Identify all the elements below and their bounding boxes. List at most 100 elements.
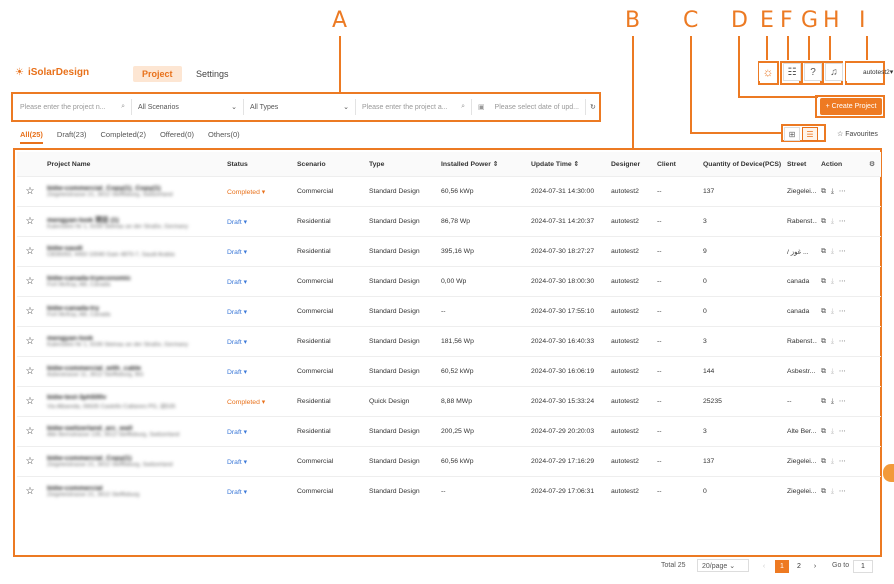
project-name-cell[interactable]: mengyan-look 项目 (1) Kalenstein Nr 1, 9199… bbox=[43, 206, 223, 237]
favorite-star-icon[interactable]: ☆ bbox=[17, 476, 43, 506]
more-icon[interactable]: ⋯ bbox=[839, 368, 846, 375]
tab-others[interactable]: Others(0) bbox=[208, 130, 240, 144]
project-name-cell[interactable]: bidw-canada-tryeconomic Fort McKay, AB, C… bbox=[43, 266, 223, 297]
download-icon[interactable]: ⤓ bbox=[831, 338, 834, 345]
favorite-star-icon[interactable]: ☆ bbox=[17, 206, 43, 237]
favorite-star-icon[interactable]: ☆ bbox=[17, 416, 43, 447]
goto-input[interactable]: 1 bbox=[853, 560, 873, 573]
table-row[interactable]: ☆ bidw-canada-try Fort McKay, AB, Canada Dr… bbox=[17, 296, 881, 327]
favorite-star-icon[interactable]: ☆ bbox=[17, 386, 43, 417]
more-icon[interactable]: ⋯ bbox=[839, 218, 846, 225]
copy-icon[interactable]: ⧉ bbox=[821, 308, 826, 315]
table-row[interactable]: ☆ mengyan-look 项目 (1) Kalenstein Nr 1, 919… bbox=[17, 206, 881, 237]
tab-all[interactable]: All(25) bbox=[20, 130, 43, 144]
weather-sun-icon[interactable]: ☼ bbox=[759, 63, 777, 81]
table-row[interactable]: ☆ mengyan-look Kalenstein Nr 1, 9199 Stein… bbox=[17, 326, 881, 357]
more-icon[interactable]: ⋯ bbox=[839, 278, 846, 285]
favorite-star-icon[interactable]: ☆ bbox=[17, 266, 43, 297]
user-avatar-icon[interactable] bbox=[846, 63, 864, 81]
refresh-icon[interactable]: ↻ bbox=[586, 99, 598, 115]
project-name-cell[interactable]: bidw-commercial_Copy(1)_Copy(1) Ziegeleis… bbox=[43, 176, 223, 207]
status-dropdown[interactable]: Draft ▾ bbox=[223, 416, 293, 447]
copy-icon[interactable]: ⧉ bbox=[821, 218, 826, 225]
col-installed-power[interactable]: Installed Power ⇕ bbox=[437, 152, 527, 177]
feedback-float-button[interactable] bbox=[883, 464, 894, 482]
more-icon[interactable]: ⋯ bbox=[839, 248, 846, 255]
status-dropdown[interactable]: Completed ▾ bbox=[223, 176, 293, 207]
more-icon[interactable]: ⋯ bbox=[839, 398, 846, 405]
project-name-cell[interactable]: mengyan-look Kalenstein Nr 1, 9199 Steina… bbox=[43, 326, 223, 357]
create-project-button[interactable]: + Create Project bbox=[820, 98, 882, 115]
copy-icon[interactable]: ⧉ bbox=[821, 368, 826, 375]
tab-offered[interactable]: Offered(0) bbox=[160, 130, 194, 144]
more-icon[interactable]: ⋯ bbox=[839, 338, 846, 345]
next-page-icon[interactable]: › bbox=[808, 560, 822, 573]
project-name-cell[interactable]: bidw-saudi CB36050, 4450 10040 Gain 4870-… bbox=[43, 236, 223, 267]
copy-icon[interactable]: ⧉ bbox=[821, 428, 826, 435]
download-icon[interactable]: ⤓ bbox=[831, 368, 834, 375]
favorite-star-icon[interactable]: ☆ bbox=[17, 446, 43, 477]
page-2[interactable]: 2 bbox=[792, 560, 806, 573]
copy-icon[interactable]: ⧉ bbox=[821, 188, 826, 195]
project-name-cell[interactable]: bidw-commercial_Copy(1) Ziegeleistrasse 2… bbox=[43, 446, 223, 477]
copy-icon[interactable]: ⧉ bbox=[821, 278, 826, 285]
status-dropdown[interactable]: Draft ▾ bbox=[223, 476, 293, 506]
status-dropdown[interactable]: Draft ▾ bbox=[223, 296, 293, 327]
table-row[interactable]: ☆ bidw-switzerland_arc_wall Alte Bernstras… bbox=[17, 416, 881, 447]
download-icon[interactable]: ⤓ bbox=[831, 188, 834, 195]
tab-completed[interactable]: Completed(2) bbox=[101, 130, 146, 144]
status-dropdown[interactable]: Draft ▾ bbox=[223, 266, 293, 297]
page-1[interactable]: 1 bbox=[775, 560, 789, 573]
project-name-cell[interactable]: bidw-switzerland_arc_wall Alte Bernstrass… bbox=[43, 416, 223, 447]
favorite-star-icon[interactable]: ☆ bbox=[17, 176, 43, 207]
copy-icon[interactable]: ⧉ bbox=[821, 458, 826, 465]
favourites-filter[interactable]: ☆ Favourites bbox=[837, 130, 878, 138]
status-dropdown[interactable]: Draft ▾ bbox=[223, 206, 293, 237]
date-picker[interactable]: ▣ Please select date of upd... bbox=[472, 99, 586, 115]
project-name-cell[interactable]: bidw-commercial_with_cable Asbestrasse 11… bbox=[43, 356, 223, 387]
download-icon[interactable]: ⤓ bbox=[831, 278, 834, 285]
nav-settings[interactable]: Settings bbox=[196, 69, 229, 79]
prev-page-icon[interactable]: ‹ bbox=[757, 560, 771, 573]
type-select[interactable]: All Types ⌄ bbox=[244, 99, 356, 115]
tab-draft[interactable]: Draft(23) bbox=[57, 130, 87, 144]
grid-view-icon[interactable]: ⊞ bbox=[784, 127, 800, 141]
more-icon[interactable]: ⋯ bbox=[839, 488, 846, 495]
table-row[interactable]: ☆ bidw-commercial_Copy(1)_Copy(1) Ziegelei… bbox=[17, 176, 881, 207]
status-dropdown[interactable]: Draft ▾ bbox=[223, 326, 293, 357]
table-row[interactable]: ☆ bidw-commercial Ziegeleistrasse 21, 3612… bbox=[17, 476, 881, 506]
scenario-select[interactable]: All Scenarios ⌄ bbox=[132, 99, 244, 115]
table-row[interactable]: ☆ bidw-test-3ph500v Via Albareda, 06635 Ca… bbox=[17, 386, 881, 417]
help-circle-icon[interactable]: ? bbox=[804, 63, 822, 81]
download-icon[interactable]: ⤓ bbox=[831, 248, 834, 255]
table-row[interactable]: ☆ bidw-commercial_Copy(1) Ziegeleistrasse … bbox=[17, 446, 881, 477]
copy-icon[interactable]: ⧉ bbox=[821, 398, 826, 405]
table-row[interactable]: ☆ bidw-saudi CB36050, 4450 10040 Gain 4870… bbox=[17, 236, 881, 267]
project-name-cell[interactable]: bidw-canada-try Fort McKay, AB, Canada bbox=[43, 296, 223, 327]
project-address-search[interactable]: Please enter the project a... ⌕ bbox=[356, 99, 472, 115]
checklist-icon[interactable]: ☷ bbox=[783, 63, 801, 81]
table-row[interactable]: ☆ bidw-canada-tryeconomic Fort McKay, AB, … bbox=[17, 266, 881, 297]
download-icon[interactable]: ⤓ bbox=[831, 308, 834, 315]
list-view-icon[interactable]: ☰ bbox=[802, 127, 818, 141]
download-icon[interactable]: ⤓ bbox=[831, 398, 834, 405]
more-icon[interactable]: ⋯ bbox=[839, 308, 846, 315]
column-settings-icon[interactable]: ⚙ bbox=[865, 152, 881, 177]
download-icon[interactable]: ⤓ bbox=[831, 488, 834, 495]
nav-project[interactable]: Project bbox=[133, 66, 182, 82]
download-icon[interactable]: ⤓ bbox=[831, 458, 834, 465]
more-icon[interactable]: ⋯ bbox=[839, 428, 846, 435]
download-icon[interactable]: ⤓ bbox=[831, 428, 834, 435]
copy-icon[interactable]: ⧉ bbox=[821, 248, 826, 255]
favorite-star-icon[interactable]: ☆ bbox=[17, 296, 43, 327]
page-size-select[interactable]: 20/page ⌄ bbox=[697, 559, 749, 572]
bell-icon[interactable]: ♫ bbox=[825, 63, 843, 81]
project-name-cell[interactable]: bidw-test-3ph500v Via Albareda, 06635 Cas… bbox=[43, 386, 223, 417]
app-logo[interactable]: ☀ iSolarDesign bbox=[15, 67, 89, 78]
copy-icon[interactable]: ⧉ bbox=[821, 488, 826, 495]
download-icon[interactable]: ⤓ bbox=[831, 218, 834, 225]
status-dropdown[interactable]: Draft ▾ bbox=[223, 446, 293, 477]
more-icon[interactable]: ⋯ bbox=[839, 458, 846, 465]
favorite-star-icon[interactable]: ☆ bbox=[17, 236, 43, 267]
project-name-cell[interactable]: bidw-commercial Ziegeleistrasse 21, 3612 … bbox=[43, 476, 223, 506]
